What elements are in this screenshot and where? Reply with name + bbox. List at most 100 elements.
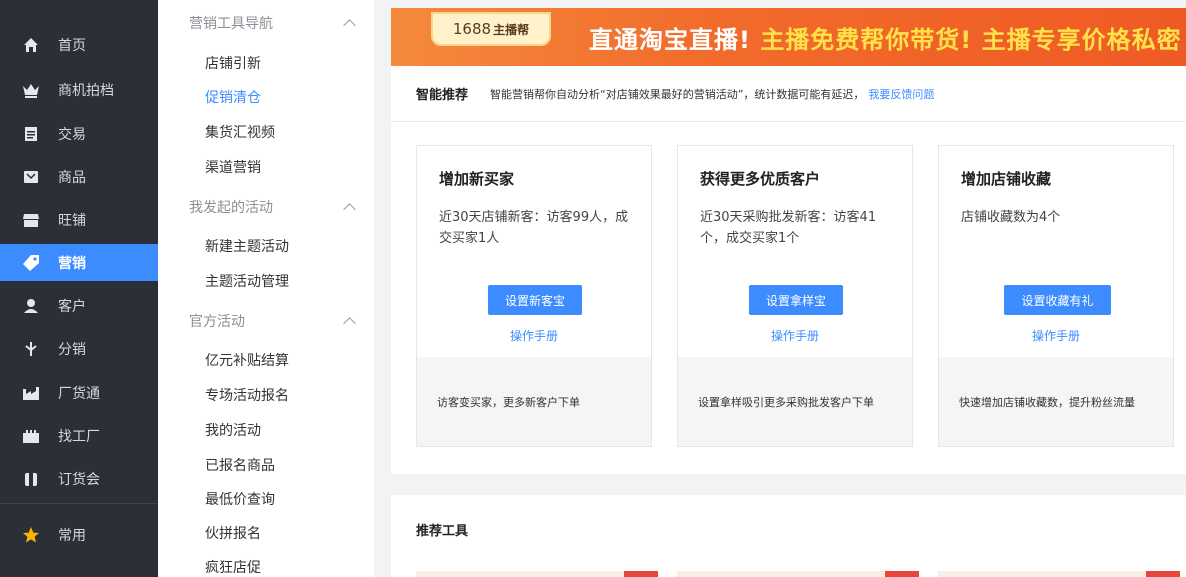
card-stat: 近30天店铺新客：访客99人，成交买家1人 (439, 210, 629, 246)
menu-link-my-activities[interactable]: 我的活动 (205, 420, 261, 440)
manual-link[interactable]: 操作手册 (417, 327, 651, 344)
recommend-card-new-buyers: 增加新买家 近30天店铺新客：访客99人，成交买家1人 设置新客宝 操作手册 访… (416, 145, 652, 447)
nav-item-label: 商机拍档 (58, 82, 114, 99)
nav-item-label: 客户 (58, 298, 86, 315)
menu-link-group-buy[interactable]: 伙拼报名 (205, 523, 261, 543)
menu-link-crazy-promo[interactable]: 疯狂店促 (205, 557, 261, 577)
nav-item-find-factory[interactable]: 找工厂 (0, 417, 158, 454)
menu-link-store-new[interactable]: 店铺引新 (205, 53, 261, 73)
nav-item-label: 订货会 (58, 471, 100, 488)
crown-icon (22, 81, 40, 99)
nav-item-label: 商品 (58, 169, 86, 186)
nav-item-distribution[interactable]: 分销 (0, 330, 158, 367)
card-stat: 店铺收藏数为4个 (961, 210, 1061, 225)
card-footer: 快速增加店铺收藏数，提升粉丝流量 (939, 357, 1173, 446)
banner-headline-b: 主播免费帮你带货! (760, 26, 973, 54)
menu-link-signed-goods[interactable]: 已报名商品 (205, 455, 275, 475)
menu-link-theme-manage[interactable]: 主题活动管理 (205, 271, 289, 291)
banner-badge: 1688 主播帮 (431, 12, 551, 46)
manual-link[interactable]: 操作手册 (939, 327, 1173, 344)
card-footer: 访客变买家，更多新客户下单 (417, 357, 651, 446)
nav-item-label: 旺铺 (58, 212, 86, 229)
smart-recommend-description: 智能营销帮你自动分析“对店铺效果最好的营销活动”，统计数据可能有延迟， (490, 87, 865, 101)
feedback-link[interactable]: 我要反馈问题 (868, 86, 934, 102)
tool-card[interactable] (677, 571, 919, 577)
card-footer-text: 设置拿样吸引更多采购批发客户下单 (698, 396, 874, 409)
factory-icon (22, 384, 40, 402)
menu-group-official[interactable]: 官方活动 (189, 311, 359, 331)
nav-item-trade[interactable]: 交易 (0, 115, 158, 152)
promo-banner[interactable]: 1688 主播帮 直通淘宝直播! 主播免费帮你带货! 主播专享价格私密 (391, 8, 1186, 66)
nav-item-goods[interactable]: 商品 (0, 158, 158, 195)
smart-recommend-panel: 智能推荐 智能营销帮你自动分析“对店铺效果最好的营销活动”，统计数据可能有延迟，… (391, 66, 1186, 474)
box-icon (22, 168, 40, 186)
set-new-customer-button[interactable]: 设置新客宝 (488, 285, 582, 315)
nav-item-factory-goods[interactable]: 厂货通 (0, 374, 158, 411)
tool-card[interactable] (416, 571, 658, 577)
share-icon (22, 340, 40, 358)
nav-item-label: 厂货通 (58, 385, 100, 402)
main-content: 1688 主播帮 直通淘宝直播! 主播免费帮你带货! 主播专享价格私密 智能推荐… (374, 0, 1186, 577)
nav-item-label: 营销 (58, 255, 86, 272)
nav-item-label: 分销 (58, 341, 86, 358)
menu-link-new-theme[interactable]: 新建主题活动 (205, 236, 289, 256)
smart-recommend-header: 智能推荐 智能营销帮你自动分析“对店铺效果最好的营销活动”，统计数据可能有延迟，… (391, 66, 1186, 122)
nav-item-ordering[interactable]: 订货会 (0, 460, 158, 497)
nav-item-favorites[interactable]: 常用 (0, 516, 158, 553)
clipboard-icon (22, 125, 40, 143)
card-footer: 设置拿样吸引更多采购批发客户下单 (678, 357, 912, 446)
chevron-up-icon[interactable] (343, 201, 355, 213)
set-favorite-gift-button[interactable]: 设置收藏有礼 (1004, 285, 1111, 315)
smart-recommend-title: 智能推荐 (416, 88, 469, 103)
card-stat: 近30天采购批发新客：访客41个，成交买家1个 (700, 210, 877, 246)
tag-icon (22, 254, 40, 272)
menu-link-lowest-price[interactable]: 最低价查询 (205, 489, 275, 509)
manual-link[interactable]: 操作手册 (678, 327, 912, 344)
menu-group-title: 官方活动 (189, 314, 245, 330)
building-icon (22, 427, 40, 445)
nav-item-store[interactable]: 旺铺 (0, 201, 158, 238)
left-nav: 首页 商机拍档 交易 商品 旺铺 营销 客户 分销 厂货通 找工厂 订货会 常用 (0, 0, 158, 577)
recommended-tools-title: 推荐工具 (416, 524, 469, 539)
tool-card-badge (624, 571, 658, 577)
card-title: 获得更多优质客户 (700, 170, 821, 188)
nav-item-label: 找工厂 (58, 428, 100, 445)
banner-headline: 直通淘宝直播! 主播免费帮你带货! 主播专享价格私密 (589, 20, 1182, 55)
banner-badge-number: 1688 (452, 20, 492, 38)
nav-item-business[interactable]: 商机拍档 (0, 71, 158, 108)
menu-link-channel[interactable]: 渠道营销 (205, 157, 261, 177)
nav-item-label: 常用 (58, 527, 86, 544)
menu-link-special-signup[interactable]: 专场活动报名 (205, 385, 289, 405)
user-icon (22, 297, 40, 315)
menu-link-video[interactable]: 集货汇视频 (205, 122, 275, 142)
nav-item-marketing[interactable]: 营销 (0, 244, 158, 281)
card-title: 增加新买家 (439, 170, 515, 188)
card-title: 增加店铺收藏 (961, 170, 1052, 188)
banner-badge-suffix: 主播帮 (493, 22, 530, 37)
menu-group-my-activities[interactable]: 我发起的活动 (189, 197, 359, 217)
tool-card[interactable] (938, 571, 1180, 577)
tool-card-badge (885, 571, 919, 577)
menu-group-tools[interactable]: 营销工具导航 (189, 13, 359, 33)
card-footer-text: 快速增加店铺收藏数，提升粉丝流量 (959, 396, 1135, 409)
star-icon (22, 526, 40, 544)
nav-item-customer[interactable]: 客户 (0, 287, 158, 324)
tool-card-badge (1146, 571, 1180, 577)
menu-link-subsidy[interactable]: 亿元补贴结算 (205, 350, 289, 370)
order-icon (22, 470, 40, 488)
recommended-tools-panel: 推荐工具 (391, 495, 1186, 577)
menu-link-clearance[interactable]: 促销清仓 (205, 87, 261, 107)
nav-item-label: 首页 (58, 37, 86, 54)
store-icon (22, 211, 40, 229)
card-footer-text: 访客变买家，更多新客户下单 (437, 396, 580, 409)
nav-divider (0, 503, 158, 504)
nav-item-label: 交易 (58, 126, 86, 143)
set-sample-button[interactable]: 设置拿样宝 (749, 285, 843, 315)
banner-headline-a: 直通淘宝直播! (589, 26, 751, 54)
chevron-up-icon[interactable] (343, 315, 355, 327)
recommend-card-store-favorites: 增加店铺收藏 店铺收藏数为4个 设置收藏有礼 操作手册 快速增加店铺收藏数，提升… (938, 145, 1174, 447)
banner-headline-c: 主播专享价格私密 (981, 26, 1182, 54)
nav-item-home[interactable]: 首页 (0, 26, 158, 63)
chevron-up-icon[interactable] (343, 17, 355, 29)
menu-group-title: 我发起的活动 (189, 200, 273, 216)
